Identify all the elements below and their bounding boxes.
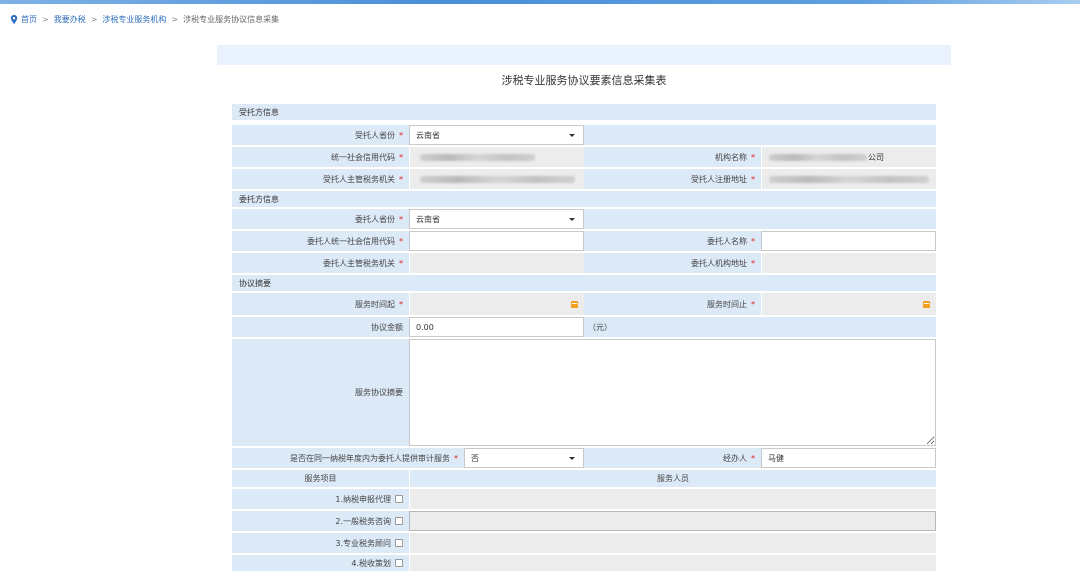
breadcrumb-home[interactable]: 首页 (21, 14, 37, 25)
handler-input[interactable]: 马健 (761, 448, 936, 468)
service-item-label: 3.专业税务顾问 (232, 533, 409, 553)
amount-row: 协议金额 0.00 （元） (232, 317, 936, 338)
amount-label: 协议金额 (232, 317, 409, 337)
trustee-credit-code-label: 统一社会信用代码 * (232, 147, 409, 167)
service-staff-field (409, 489, 936, 509)
service-staff-field (409, 533, 936, 553)
service-item-row: 2.一般税务咨询 (232, 511, 936, 532)
section-summary: 协议摘要 (232, 275, 936, 292)
chevron-down-icon (569, 456, 575, 460)
trustee-reg-address-value (761, 169, 936, 189)
amount-input[interactable]: 0.00 (409, 317, 584, 337)
audit-select[interactable]: 否 (464, 448, 584, 468)
trustee-credit-row: 统一社会信用代码 * 机构名称 * 公司 (232, 147, 936, 168)
services-project-header: 服务项目 (232, 470, 409, 487)
service-item-checkbox[interactable] (395, 559, 403, 567)
trustee-reg-address-label: 受托人注册地址 * (584, 169, 761, 189)
client-name-input[interactable] (761, 231, 936, 251)
breadcrumb-separator: > (90, 14, 98, 24)
service-staff-field (409, 555, 936, 571)
service-item-row: 3.专业税务顾问 (232, 533, 936, 554)
page-title: 涉税专业服务协议要素信息采集表 (501, 74, 667, 87)
trustee-tax-authority-label: 受托人主管税务机关 * (232, 169, 409, 189)
services-header-row: 服务项目 服务人员 (232, 470, 936, 488)
services-staff-header: 服务人员 (409, 470, 936, 487)
handler-label: 经办人 * (584, 448, 761, 468)
chevron-down-icon (569, 217, 575, 221)
service-start-label: 服务时间起 * (232, 293, 409, 315)
breadcrumb-separator: > (171, 14, 179, 24)
client-name-label: 委托人名称 * (584, 231, 761, 251)
service-end-label: 服务时间止 * (584, 293, 761, 315)
client-province-label: 委托人省份 * (232, 209, 409, 229)
chevron-down-icon (569, 133, 575, 137)
trustee-credit-code-value (409, 147, 584, 167)
service-item-label: 2.一般税务咨询 (232, 511, 409, 531)
trustee-authority-row: 受托人主管税务机关 * 受托人注册地址 * (232, 169, 936, 190)
top-banner (0, 0, 1080, 4)
client-province-row: 委托人省份 * 云南省 (232, 209, 936, 230)
breadcrumb: 首页 > 我要办税 > 涉税专业服务机构 > 涉税专业服务协议信息采集 (10, 13, 279, 25)
service-item-label: 4.税收策划 (232, 555, 409, 571)
trustee-province-select[interactable]: 云南省 (409, 125, 584, 145)
amount-unit: （元） (584, 317, 936, 337)
client-address-value (761, 253, 936, 273)
client-tax-authority-label: 委托人主管税务机关 * (232, 253, 409, 273)
section-client: 委托方信息 (232, 191, 936, 208)
location-pin-icon (10, 14, 18, 24)
service-item-row: 4.税收策划 (232, 555, 936, 572)
client-authority-row: 委托人主管税务机关 * 委托人机构地址 * (232, 253, 936, 274)
breadcrumb-agency[interactable]: 涉税专业服务机构 (102, 14, 166, 25)
calendar-icon[interactable] (923, 300, 930, 308)
trustee-province-filler (584, 125, 936, 145)
trustee-tax-authority-value (409, 169, 584, 189)
client-province-filler (584, 209, 936, 229)
audit-row: 是否在同一纳税年度内为委托人提供审计服务 * 否 经办人 * 马健 (232, 448, 936, 469)
redacted-value (420, 175, 575, 183)
client-credit-row: 委托人统一社会信用代码 * 委托人名称 * (232, 231, 936, 252)
trustee-province-label: 受托人省份 * (232, 125, 409, 145)
client-credit-code-label: 委托人统一社会信用代码 * (232, 231, 409, 251)
service-item-checkbox[interactable] (395, 539, 403, 547)
abstract-textarea[interactable] (409, 339, 936, 446)
client-address-label: 委托人机构地址 * (584, 253, 761, 273)
client-province-select[interactable]: 云南省 (409, 209, 584, 229)
abstract-textarea-wrap (409, 339, 936, 446)
trustee-org-name-label: 机构名称 * (584, 147, 761, 167)
section-summary-label: 协议摘要 (239, 278, 271, 288)
service-item-checkbox[interactable] (395, 495, 403, 503)
abstract-label: 服务协议摘要 (232, 339, 409, 446)
breadcrumb-current: 涉税专业服务协议信息采集 (183, 14, 280, 24)
section-client-label: 委托方信息 (239, 194, 279, 204)
service-staff-field (409, 511, 936, 531)
redacted-value (420, 153, 535, 161)
service-end-date-input[interactable] (761, 293, 936, 315)
form-card-header (217, 45, 951, 65)
trustee-province-row: 受托人省份 * 云南省 (232, 125, 936, 146)
breadcrumb-my-tax[interactable]: 我要办税 (54, 14, 86, 25)
service-item-row: 1.纳税申报代理 (232, 489, 936, 510)
section-trustee: 受托方信息 (232, 104, 936, 121)
service-time-row: 服务时间起 * 服务时间止 * (232, 293, 936, 316)
section-trustee-label: 受托方信息 (239, 107, 279, 117)
service-item-label: 1.纳税申报代理 (232, 489, 409, 509)
abstract-row: 服务协议摘要 (232, 339, 936, 447)
client-credit-code-input[interactable] (409, 231, 584, 251)
service-start-date-input[interactable] (409, 293, 584, 315)
audit-label: 是否在同一纳税年度内为委托人提供审计服务 * (232, 448, 464, 468)
breadcrumb-separator: > (42, 14, 49, 24)
client-tax-authority-value (409, 253, 584, 273)
service-item-checkbox[interactable] (395, 517, 403, 525)
trustee-org-name-value: 公司 (761, 147, 936, 167)
calendar-icon[interactable] (571, 300, 578, 308)
redacted-value (769, 175, 929, 183)
redacted-value (769, 153, 867, 161)
